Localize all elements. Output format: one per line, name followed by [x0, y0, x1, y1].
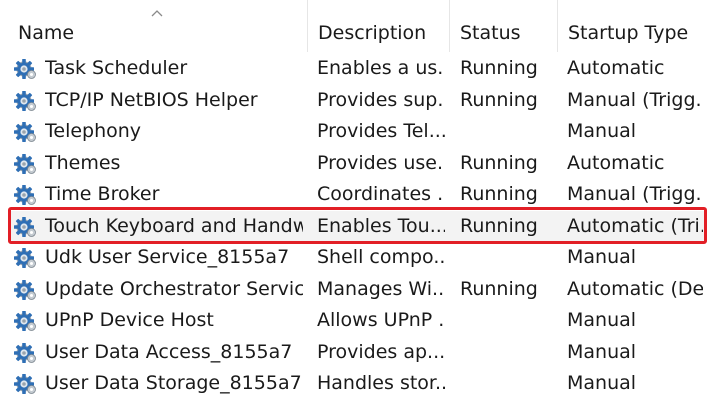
service-gear-icon: [14, 90, 36, 111]
service-name: Touch Keyboard and Handw...: [45, 214, 303, 237]
service-gear-icon: [14, 279, 36, 300]
service-status: Running: [460, 277, 538, 300]
service-startup-type: Automatic (De...: [567, 277, 703, 300]
service-row[interactable]: Update Orchestrator Service Manages Wi..…: [0, 274, 720, 306]
service-startup-type: Manual: [567, 246, 637, 268]
service-gear-icon: [14, 311, 36, 331]
service-name: TCP/IP NetBIOS Helper: [45, 88, 258, 111]
service-gear-icon: [14, 59, 36, 79]
service-status: [460, 305, 555, 337]
service-row[interactable]: Time Broker Coordinates ... Running Manu…: [0, 179, 720, 211]
service-description: Provides ap...: [317, 340, 445, 363]
service-description: Handles stor...: [317, 372, 445, 394]
service-status: [460, 368, 555, 400]
column-header-status[interactable]: Status: [449, 0, 557, 52]
service-row[interactable]: Task Scheduler Enables a us... Running A…: [0, 53, 720, 85]
service-name: UPnP Device Host: [45, 309, 214, 331]
service-startup-type: Automatic (Tri...: [567, 214, 703, 237]
service-description: Coordinates ...: [317, 183, 445, 205]
service-description: Provides Tel...: [317, 120, 445, 142]
service-description: Allows UPnP ...: [317, 309, 445, 331]
service-row[interactable]: Themes Provides use... Running Automatic: [0, 148, 720, 180]
service-status: Running: [460, 88, 538, 111]
service-startup-type: Manual: [567, 372, 637, 394]
service-startup-type: Manual: [567, 309, 637, 331]
column-header-row: Name Description Status Startup Type: [0, 0, 720, 52]
service-startup-type: Manual (Trigg...: [567, 88, 703, 111]
service-startup-type: Manual (Trigg...: [567, 183, 703, 205]
column-header-description[interactable]: Description: [307, 0, 449, 52]
service-row[interactable]: User Data Access_8155a7 Provides ap... M…: [0, 337, 720, 369]
service-startup-type: Automatic: [567, 151, 665, 174]
service-description: Provides sup...: [317, 88, 445, 111]
service-row[interactable]: Touch Keyboard and Handw... Enables Tou.…: [0, 210, 720, 243]
service-gear-icon: [14, 153, 36, 174]
service-description: Shell compo...: [317, 246, 445, 268]
service-startup-type: Manual: [567, 340, 637, 363]
service-name: Themes: [45, 151, 121, 174]
service-name: Time Broker: [45, 183, 160, 205]
service-description: Provides use...: [317, 151, 445, 174]
service-row[interactable]: Udk User Service_8155a7 Shell compo... M…: [0, 242, 720, 274]
service-status: [460, 337, 555, 369]
service-status: Running: [460, 183, 538, 205]
service-startup-type: Manual: [567, 120, 637, 142]
service-name: Task Scheduler: [45, 57, 188, 79]
service-gear-icon: [14, 216, 36, 237]
service-description: Enables Tou...: [317, 214, 445, 237]
service-row[interactable]: UPnP Device Host Allows UPnP ... Manual: [0, 305, 720, 337]
service-gear-icon: [14, 185, 36, 205]
column-header-name[interactable]: Name: [0, 0, 307, 52]
service-status: Running: [460, 214, 538, 237]
service-startup-type: Automatic: [567, 57, 665, 79]
service-name: Update Orchestrator Service: [45, 277, 303, 300]
column-header-startup-type[interactable]: Startup Type: [557, 0, 720, 52]
services-list-view: Name Description Status Startup Type Tas…: [0, 0, 720, 394]
service-row[interactable]: User Data Storage_8155a7 Handles stor...…: [0, 368, 720, 400]
service-status: [460, 116, 555, 148]
service-gear-icon: [14, 374, 36, 394]
service-status: [460, 242, 555, 274]
service-gear-icon: [14, 122, 36, 142]
service-row[interactable]: TCP/IP NetBIOS Helper Provides sup... Ru…: [0, 85, 720, 117]
service-description: Manages Wi...: [317, 277, 445, 300]
service-name: Udk User Service_8155a7: [45, 246, 290, 268]
service-status: Running: [460, 151, 538, 174]
service-gear-icon: [14, 248, 36, 268]
service-name: User Data Storage_8155a7: [45, 372, 302, 394]
service-row[interactable]: Telephony Provides Tel... Manual: [0, 116, 720, 148]
service-status: Running: [460, 57, 538, 79]
service-name: User Data Access_8155a7: [45, 340, 293, 363]
service-description: Enables a us...: [317, 57, 445, 79]
service-name: Telephony: [45, 120, 142, 142]
service-gear-icon: [14, 342, 36, 363]
